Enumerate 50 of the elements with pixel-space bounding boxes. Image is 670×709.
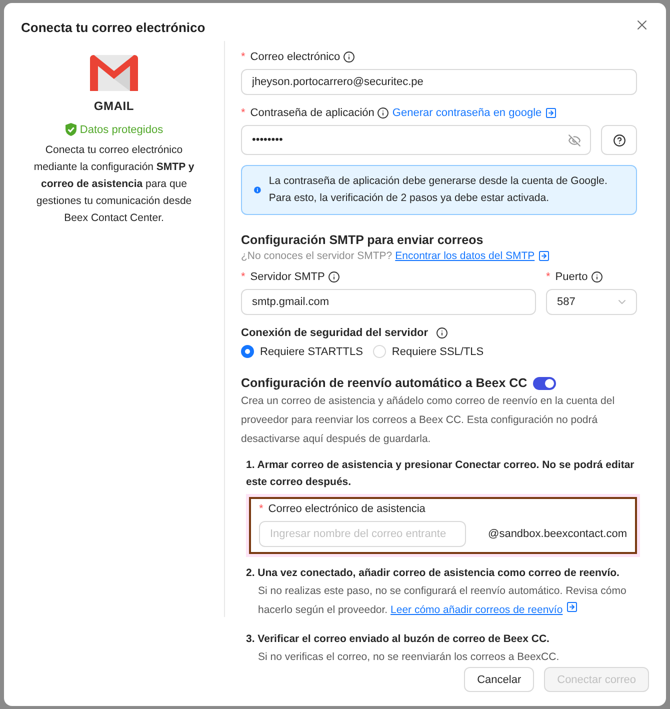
help-button[interactable] (601, 125, 637, 155)
info-icon (436, 327, 448, 339)
info-icon (328, 271, 340, 283)
password-field[interactable]: •••••••• (241, 125, 591, 155)
radio-option[interactable]: Requiere SSL/TLS (372, 345, 484, 358)
shield-check-icon (64, 123, 77, 136)
step-text: Si no realizas este paso, no se configurará el reenvío automático. Revisa cómo hacerlo según el proveedor. Leer cómo añadir correos de reenvío (257, 584, 628, 618)
toggle-switch[interactable] (533, 376, 556, 390)
step-title: 2. Una vez conectado, añadir correo de asistencia como correo de reenvío. (245, 566, 620, 581)
field-label: Correo electrónico de asistencia (268, 503, 426, 515)
info-icon (590, 271, 603, 283)
step-title: 3. Verificar el correo enviado al buzón de correo de Beex CC. (245, 632, 550, 647)
hint-text: ¿No conoces el servidor SMTP? (241, 250, 392, 262)
radio-option[interactable]: Requiere STARTTLS (241, 345, 363, 358)
required-mark: * (241, 51, 246, 63)
field-label: Contraseña de aplicación (250, 107, 374, 119)
forwarding-description: Crea un correo de asistencia y añádelo como correo de reenvío en la cuenta del proveedor para reenviar los correos a Beex CC. Esta configuración no podrá desactivarse aquí después de guardarla. (241, 394, 616, 447)
info-icon (377, 107, 390, 119)
dialog-title: Conecta tu correo electrónico (21, 20, 206, 37)
security-label: Conexión de seguridad del servidor (241, 327, 428, 339)
step-text: Si no verificas el correo, no se reenviarán los correos a BeexCC. (257, 650, 560, 665)
field-label: Puerto (555, 271, 588, 283)
step-title: 1. Armar correo de asistencia y presionar Conectar correo. No se podrá editar este correo después. (245, 458, 636, 490)
forwarding-help-link[interactable]: Leer cómo añadir correos de reenvío (390, 604, 563, 616)
radio-dot[interactable] (241, 345, 254, 358)
required-mark: * (546, 271, 550, 283)
help-icon[interactable] (612, 134, 626, 146)
field-label: Servidor SMTP (250, 271, 325, 283)
cancel-button[interactable]: Cancelar (464, 667, 534, 692)
info-icon (254, 184, 261, 196)
eye-off-icon[interactable] (568, 134, 581, 147)
required-mark: * (241, 271, 246, 283)
status-text: Datos protegidos (80, 124, 164, 136)
info-icon (343, 51, 356, 63)
generate-password-link[interactable]: Generar contraseña en google (392, 107, 542, 119)
smtp-server-field[interactable]: smtp.gmail.com (241, 289, 536, 315)
domain-suffix: @sandbox.beexcontact.com (488, 528, 627, 540)
field-label: Correo electrónico (250, 51, 340, 63)
support-email-field[interactable]: Ingresar nombre del correo entrante (259, 521, 466, 547)
alert-text: La contraseña de aplicación debe generarse desde la cuenta de Google. Para esto, la verificación de 2 pasos ya debe estar activada. (268, 174, 608, 206)
provider-name: GMAIL (94, 99, 134, 113)
required-mark: * (259, 503, 264, 515)
description-text: Conecta tu correo electrónico mediante la configuración SMTP y correo de asistencia para que gestiones tu comunicación desde Beex Contact Center. (32, 143, 196, 226)
mail-logo-icon (88, 53, 140, 93)
section-title: Configuración SMTP para enviar correos (241, 233, 484, 247)
required-mark: * (241, 107, 246, 119)
smtp-data-link[interactable]: Encontrar los datos del SMTP (395, 250, 535, 262)
section-title: Configuración de reenvío automático a Beex CC (241, 376, 528, 390)
email-field[interactable]: jheyson.portocarrero@securitec.pe (241, 69, 637, 95)
port-select[interactable]: 587 (546, 289, 637, 315)
